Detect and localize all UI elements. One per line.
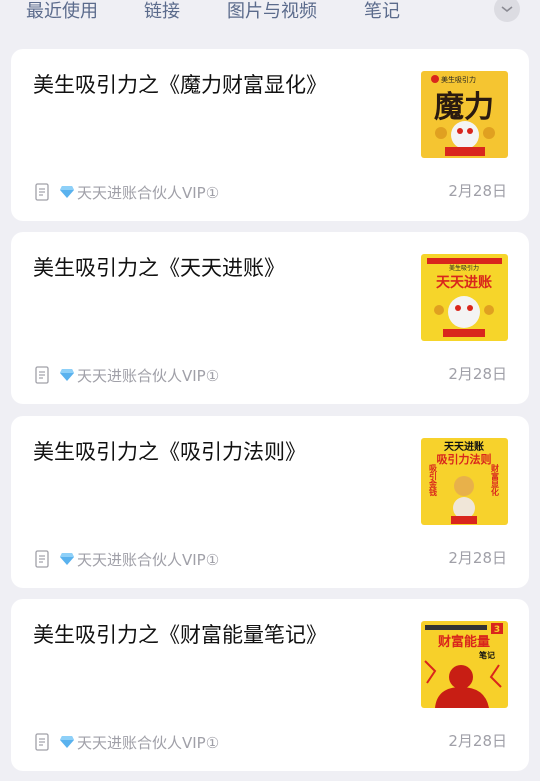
item-meta: 天天进账合伙人VIP① (35, 731, 219, 753)
item-meta: 天天进账合伙人VIP① (35, 548, 219, 570)
item-title: 美生吸引力之《魔力财富显化》 (33, 73, 327, 97)
thumb-big-text: 吸引力法则 (437, 452, 492, 466)
filter-tabs: 最近使用 链接 图片与视频 笔记 (0, 0, 540, 34)
tab-links[interactable]: 链接 (144, 0, 180, 23)
item-title: 美生吸引力之《财富能量笔记》 (33, 623, 327, 647)
diamond-icon (60, 369, 74, 381)
thumb-top-text: 美生吸引力 (449, 264, 479, 272)
thumb-big-text: 财富能量 (438, 634, 490, 650)
tab-media[interactable]: 图片与视频 (227, 0, 317, 23)
thumb-top-text: 美生吸引力 (441, 75, 476, 84)
chevron-down-icon (501, 6, 513, 13)
item-title: 美生吸引力之《吸引力法则》 (33, 440, 306, 464)
item-thumbnail: 天天进账 吸引力法则 吸引金钱 财富显化 (421, 438, 508, 525)
item-tag: 天天进账合伙人VIP① (77, 366, 220, 385)
item-date: 2月28日 (448, 182, 507, 200)
item-tag: 天天进账合伙人VIP① (77, 550, 220, 569)
expand-tabs-button[interactable] (494, 0, 520, 22)
diamond-icon (60, 186, 74, 198)
item-meta: 天天进账合伙人VIP① (35, 364, 219, 386)
list-item[interactable]: 美生吸引力之《财富能量笔记》 3 财富能量 笔记 天天进账合伙人VIP① 2月2… (11, 599, 529, 771)
tab-notes[interactable]: 笔记 (364, 0, 400, 23)
thumb-badge: 3 (494, 625, 500, 635)
document-icon (35, 550, 49, 568)
item-date: 2月28日 (448, 732, 507, 750)
item-tag: 天天进账合伙人VIP① (77, 183, 220, 202)
item-title: 美生吸引力之《天天进账》 (33, 256, 285, 280)
document-icon (35, 366, 49, 384)
item-tag: 天天进账合伙人VIP① (77, 733, 220, 752)
item-meta: 天天进账合伙人VIP① (35, 181, 219, 203)
diamond-icon (60, 553, 74, 565)
item-date: 2月28日 (448, 549, 507, 567)
diamond-icon (60, 736, 74, 748)
document-icon (35, 733, 49, 751)
item-thumbnail: 美生吸引力 魔力 (421, 71, 508, 158)
thumb-side-right: 财富显化 (491, 463, 500, 497)
thumb-side-left: 吸引金钱 (428, 464, 438, 497)
tab-recent[interactable]: 最近使用 (26, 0, 98, 23)
thumb-top-text: 天天进账 (444, 440, 484, 453)
item-date: 2月28日 (448, 365, 507, 383)
document-icon (35, 183, 49, 201)
thumb-big-text: 天天进账 (436, 275, 492, 291)
list-item[interactable]: 美生吸引力之《天天进账》 美生吸引力 天天进账 天天进账合伙人VIP① 2月28… (11, 232, 529, 404)
thumb-big-text: 魔力 (434, 90, 494, 125)
item-thumbnail: 3 财富能量 笔记 (421, 621, 508, 708)
item-thumbnail: 美生吸引力 天天进账 (421, 254, 508, 341)
list-item[interactable]: 美生吸引力之《吸引力法则》 天天进账 吸引力法则 吸引金钱 财富显化 天天进账合… (11, 416, 529, 588)
thumb-sub-text: 笔记 (479, 650, 495, 660)
list-item[interactable]: 美生吸引力之《魔力财富显化》 美生吸引力 魔力 天天进账合伙人VIP① 2月28… (11, 49, 529, 221)
